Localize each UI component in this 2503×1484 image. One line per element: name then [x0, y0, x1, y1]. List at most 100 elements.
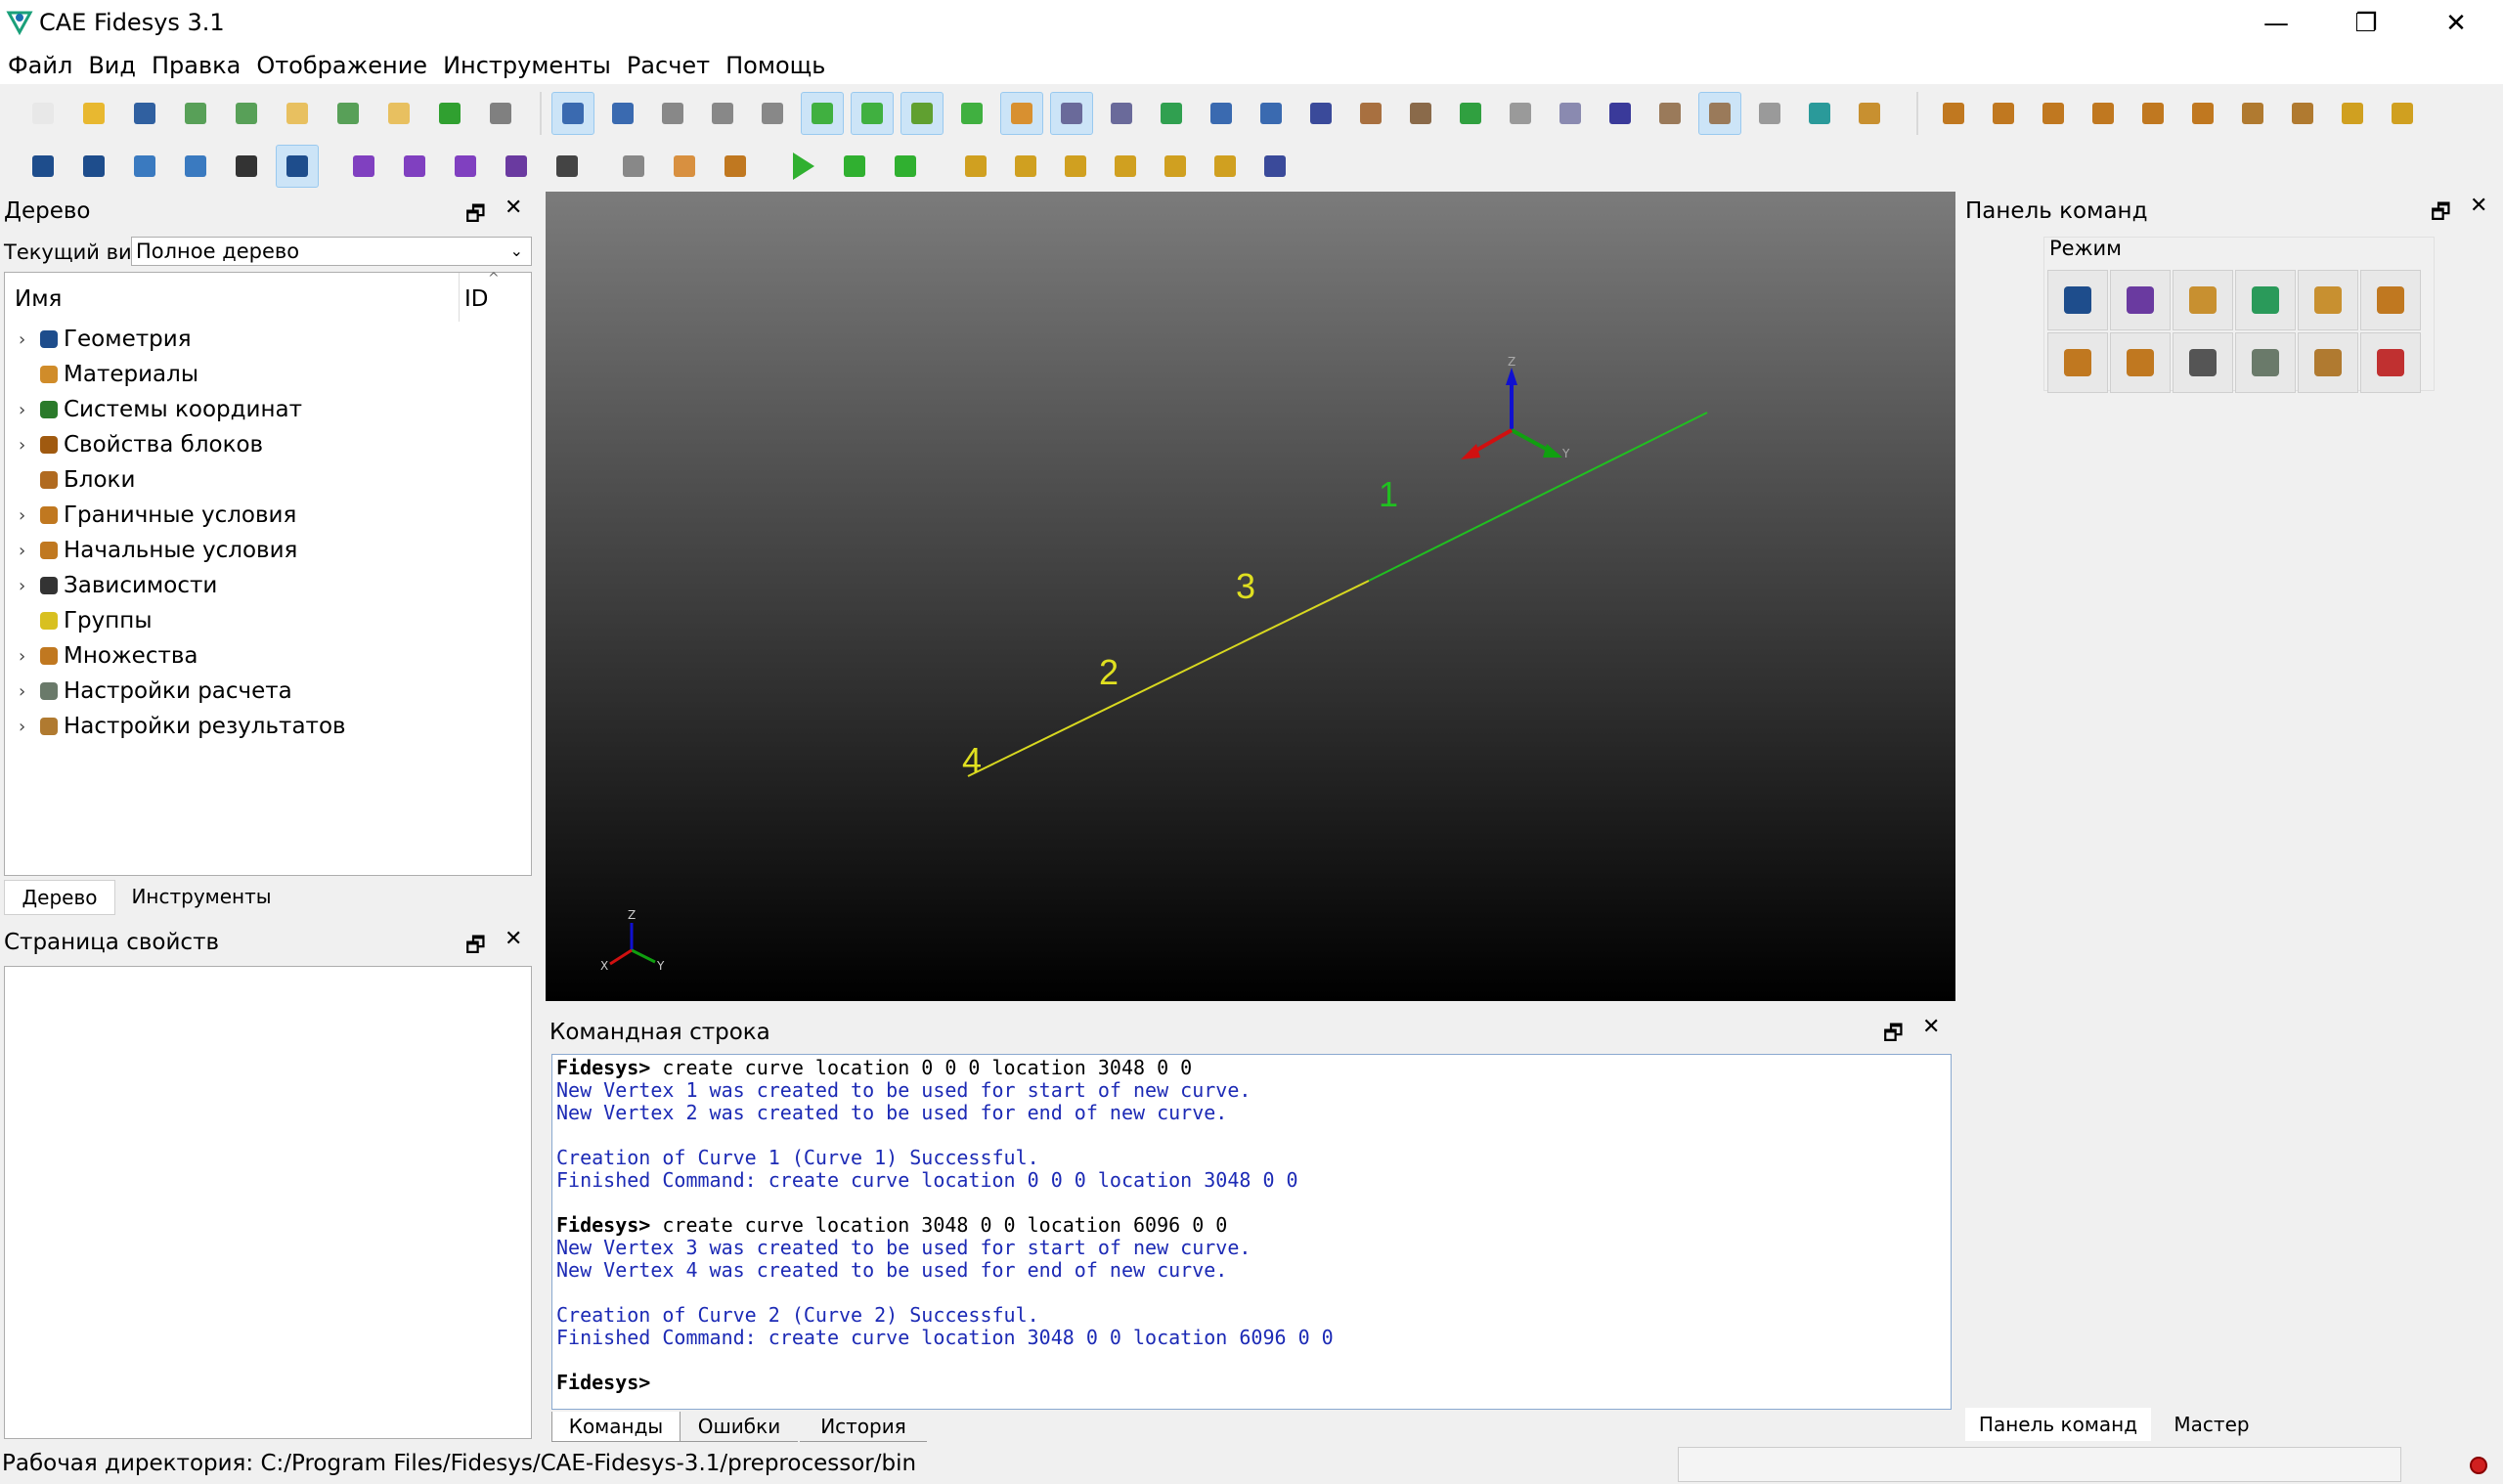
- expand-arrow-icon[interactable]: ›: [19, 505, 34, 526]
- run-script-button[interactable]: [327, 92, 370, 135]
- view-tool-16-button[interactable]: [1299, 92, 1342, 135]
- view-tool-8-button[interactable]: [900, 92, 944, 135]
- close-icon[interactable]: ✕: [505, 927, 522, 951]
- view-tool-14-button[interactable]: [1200, 92, 1243, 135]
- settings-button[interactable]: [479, 92, 522, 135]
- tab-tools[interactable]: Инструменты: [119, 880, 284, 913]
- view-tool-26-button[interactable]: [1798, 92, 1841, 135]
- menu-tools[interactable]: Инструменты: [435, 52, 619, 79]
- tree-item[interactable]: › Граничные условия: [5, 498, 296, 533]
- close-icon[interactable]: ✕: [2470, 194, 2487, 218]
- restore-button[interactable]: ❐: [2321, 0, 2411, 47]
- bc-tool-10-button[interactable]: [2381, 92, 2424, 135]
- tab-commands[interactable]: Команды: [551, 1412, 681, 1442]
- view-direction-6-button[interactable]: [1204, 145, 1247, 188]
- materials-mode-button[interactable]: [2173, 270, 2233, 330]
- menu-file[interactable]: Файл: [0, 52, 80, 79]
- tree-item[interactable]: › Свойства блоков: [5, 427, 263, 462]
- coordinate-systems-mode-button[interactable]: [2235, 270, 2296, 330]
- view-tool-20-button[interactable]: [1499, 92, 1542, 135]
- float-icon[interactable]: 🗗: [465, 929, 486, 966]
- tree-item[interactable]: › Системы координат: [5, 392, 302, 427]
- view-tool-17-button[interactable]: [1349, 92, 1392, 135]
- view-tool-4-button[interactable]: [701, 92, 744, 135]
- current-view-select[interactable]: Полное дерево ⌄: [131, 237, 532, 266]
- close-icon[interactable]: ✕: [505, 196, 522, 220]
- open-button[interactable]: [72, 92, 115, 135]
- view-tool-10-button[interactable]: [1000, 92, 1043, 135]
- tab-wizard[interactable]: Мастер: [2151, 1408, 2272, 1441]
- view-tool-13-button[interactable]: [1150, 92, 1193, 135]
- menu-calculation[interactable]: Расчет: [619, 52, 718, 79]
- tree-item[interactable]: › Настройки результатов: [5, 709, 346, 744]
- view-tool-23-button[interactable]: [1648, 92, 1691, 135]
- bc-tool-5-button[interactable]: [2131, 92, 2174, 135]
- view-direction-1-button[interactable]: [954, 145, 997, 188]
- float-icon[interactable]: 🗗: [1883, 1017, 1904, 1054]
- save-button[interactable]: [123, 92, 166, 135]
- bc-tool-7-button[interactable]: [2231, 92, 2274, 135]
- view-tool-19-button[interactable]: [1449, 92, 1492, 135]
- sets-mode-button[interactable]: [2360, 270, 2421, 330]
- part-tool-2-button[interactable]: [663, 145, 706, 188]
- menu-display[interactable]: Отображение: [248, 52, 435, 79]
- view-tool-18-button[interactable]: [1399, 92, 1442, 135]
- 3d-viewport[interactable]: 1 3 2 4 Z Y Z X Y: [546, 192, 1955, 1001]
- tab-history[interactable]: История: [800, 1412, 927, 1442]
- view-direction-4-button[interactable]: [1104, 145, 1147, 188]
- expand-arrow-icon[interactable]: ›: [19, 681, 34, 702]
- script-button[interactable]: [276, 92, 319, 135]
- command-output[interactable]: Fidesys> create curve location 0 0 0 loc…: [551, 1054, 1952, 1410]
- view-tool-27-button[interactable]: [1848, 92, 1891, 135]
- geometry-mode-button[interactable]: [2047, 270, 2108, 330]
- tree-item[interactable]: › Начальные условия: [5, 533, 297, 568]
- close-button[interactable]: ✕: [2411, 0, 2501, 47]
- expand-arrow-icon[interactable]: ›: [19, 435, 34, 456]
- view-tool-2-button[interactable]: [601, 92, 644, 135]
- menu-help[interactable]: Помощь: [718, 52, 833, 79]
- geometry-tool-6-button[interactable]: [276, 145, 319, 188]
- view-tool-1-button[interactable]: [551, 92, 594, 135]
- view-tool-9-button[interactable]: [950, 92, 993, 135]
- analysis-mode-button[interactable]: [2360, 332, 2421, 393]
- mesh-mode-button[interactable]: [2110, 270, 2171, 330]
- view-direction-7-button[interactable]: [1253, 145, 1296, 188]
- tree-item[interactable]: › Множества: [5, 638, 198, 674]
- float-icon[interactable]: 🗗: [2431, 196, 2451, 233]
- dependencies-mode-button[interactable]: [2173, 332, 2233, 393]
- boundary-conditions-mode-button[interactable]: [2047, 332, 2108, 393]
- tree-view[interactable]: Имя ID ^ › Геометрия Материалы › Системы коо…: [4, 271, 532, 876]
- run-button[interactable]: [782, 145, 825, 188]
- mesh-tool-4-button[interactable]: [495, 145, 538, 188]
- mesh-tool-5-button[interactable]: [546, 145, 589, 188]
- expand-arrow-icon[interactable]: ›: [19, 717, 34, 737]
- part-tool-3-button[interactable]: [714, 145, 757, 188]
- expand-arrow-icon[interactable]: ›: [19, 400, 34, 420]
- stop-icon[interactable]: [2470, 1457, 2487, 1474]
- view-tool-21-button[interactable]: [1549, 92, 1592, 135]
- column-header-name[interactable]: Имя: [15, 286, 62, 312]
- geometry-tool-4-button[interactable]: [174, 145, 217, 188]
- bc-tool-2-button[interactable]: [1982, 92, 2025, 135]
- view-tool-7-button[interactable]: [851, 92, 894, 135]
- view-tool-11-button[interactable]: [1050, 92, 1093, 135]
- menu-edit[interactable]: Правка: [144, 52, 248, 79]
- tree-item[interactable]: Блоки: [5, 462, 135, 498]
- curve-1[interactable]: [1368, 412, 1708, 582]
- tree-item[interactable]: › Геометрия: [5, 322, 192, 357]
- bc-tool-3-button[interactable]: [2032, 92, 2075, 135]
- bc-tool-1-button[interactable]: [1932, 92, 1975, 135]
- record-button[interactable]: [428, 92, 471, 135]
- tab-command-panel[interactable]: Панель команд: [1965, 1408, 2151, 1441]
- geometry-tool-5-button[interactable]: [225, 145, 268, 188]
- close-icon[interactable]: ✕: [1922, 1015, 1940, 1039]
- export-button[interactable]: [225, 92, 268, 135]
- float-icon[interactable]: 🗗: [465, 197, 486, 235]
- geometry-tool-1-button[interactable]: [22, 145, 65, 188]
- column-header-id[interactable]: ID: [464, 286, 489, 312]
- view-direction-3-button[interactable]: [1054, 145, 1097, 188]
- pause-button[interactable]: [833, 145, 876, 188]
- initial-conditions-mode-button[interactable]: [2110, 332, 2171, 393]
- bc-tool-6-button[interactable]: [2181, 92, 2224, 135]
- tab-tree[interactable]: Дерево: [4, 880, 115, 915]
